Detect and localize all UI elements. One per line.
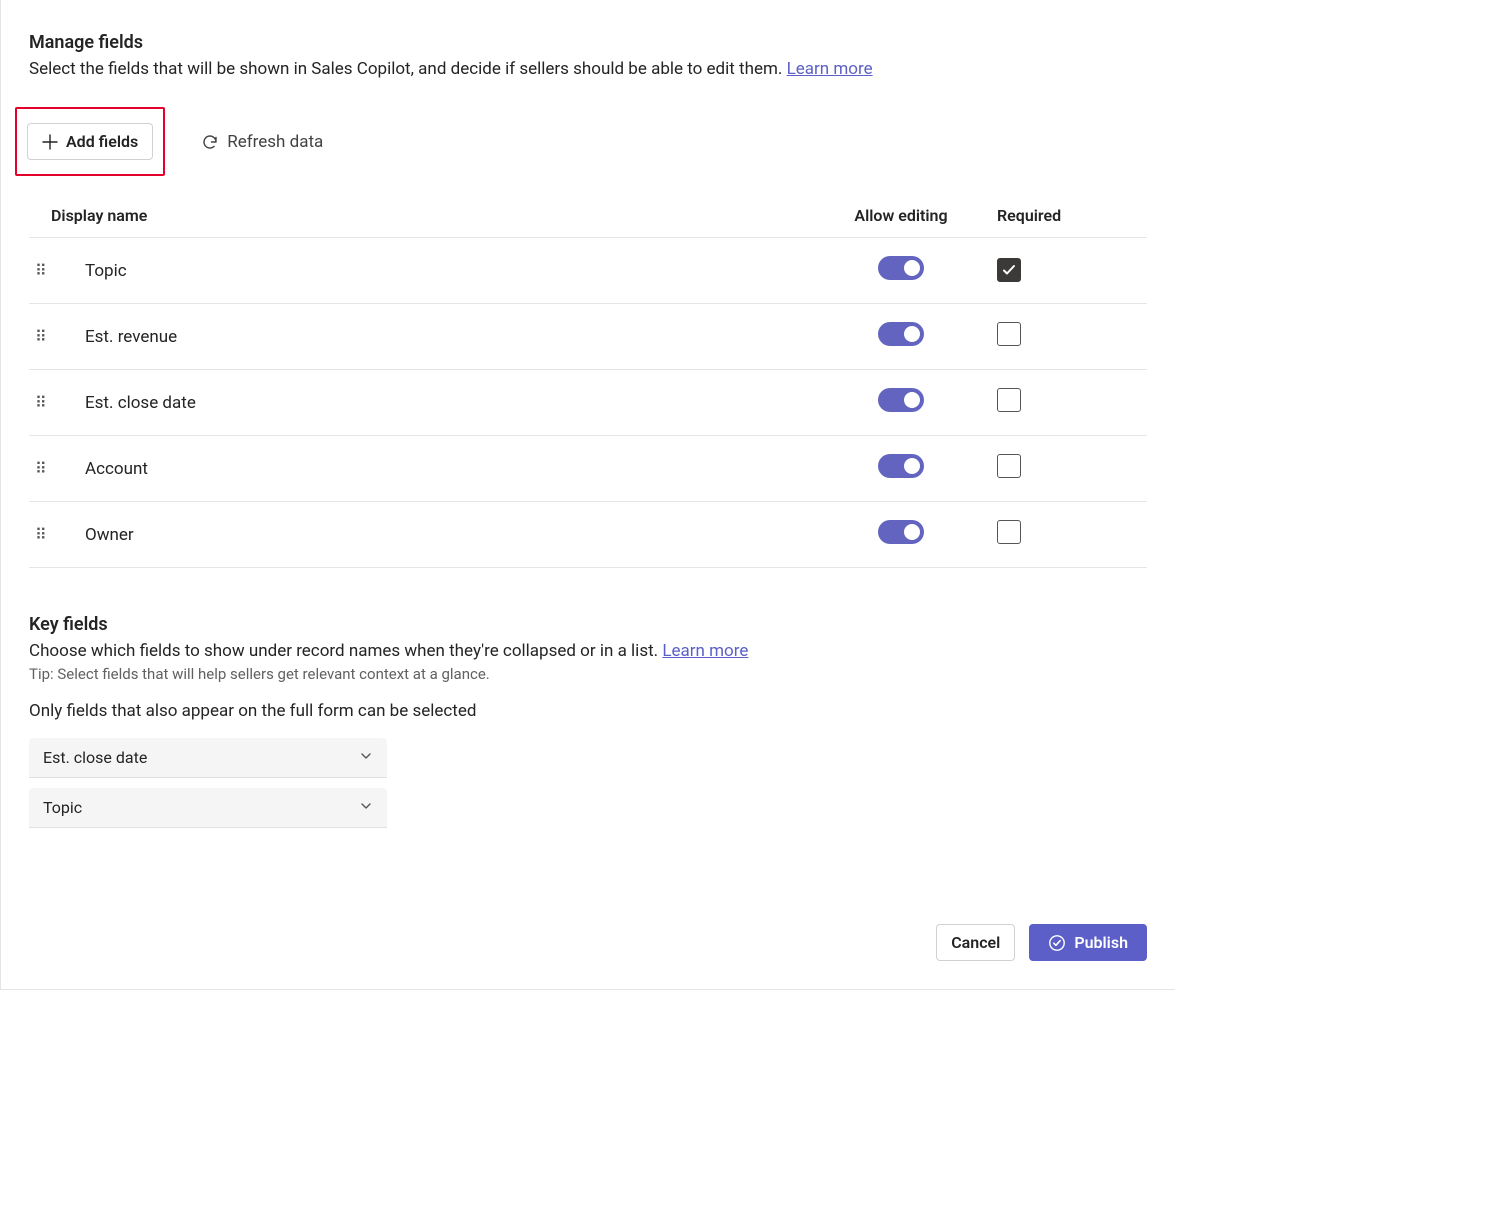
select-value: Est. close date — [43, 748, 147, 767]
field-name: Account — [85, 459, 811, 479]
cancel-button[interactable]: Cancel — [936, 924, 1015, 961]
drag-handle-icon[interactable]: ⠿ — [35, 333, 59, 341]
key-fields-heading: Key fields — [29, 614, 1147, 635]
manage-fields-panel: Manage fields Select the fields that wil… — [0, 0, 1175, 990]
select-value: Topic — [43, 798, 82, 817]
key-fields-section: Key fields Choose which fields to show u… — [29, 614, 1147, 828]
key-fields-selects: Est. close date Topic — [29, 738, 1147, 828]
key-field-select[interactable]: Topic — [29, 788, 387, 828]
refresh-data-button[interactable]: Refresh data — [193, 126, 331, 158]
refresh-icon — [201, 133, 219, 151]
required-checkbox[interactable] — [997, 454, 1021, 478]
key-fields-note: Only fields that also appear on the full… — [29, 701, 1147, 721]
publish-label: Publish — [1074, 933, 1128, 952]
checkmark-circle-icon — [1048, 934, 1066, 952]
key-fields-description: Choose which fields to show under record… — [29, 641, 1147, 661]
key-fields-description-text: Choose which fields to show under record… — [29, 641, 662, 661]
plus-icon — [42, 134, 58, 150]
allow-editing-toggle[interactable] — [878, 256, 924, 280]
learn-more-link[interactable]: Learn more — [787, 59, 873, 79]
column-header-allow: Allow editing — [811, 206, 991, 225]
manage-fields-heading: Manage fields — [29, 32, 1147, 53]
toolbar: Add fields Refresh data — [29, 107, 1147, 176]
allow-editing-toggle[interactable] — [878, 454, 924, 478]
table-row: ⠿ Est. close date — [29, 370, 1147, 436]
drag-handle-icon[interactable]: ⠿ — [35, 531, 59, 539]
table-row: ⠿ Est. revenue — [29, 304, 1147, 370]
drag-handle-icon[interactable]: ⠿ — [35, 465, 59, 473]
table-row: ⠿ Owner — [29, 502, 1147, 568]
manage-fields-description: Select the fields that will be shown in … — [29, 59, 1147, 79]
fields-table: Display name Allow editing Required ⠿ To… — [29, 196, 1147, 568]
allow-editing-toggle[interactable] — [878, 322, 924, 346]
column-header-required: Required — [991, 206, 1141, 225]
add-fields-button[interactable]: Add fields — [27, 123, 153, 160]
table-header-row: Display name Allow editing Required — [29, 196, 1147, 238]
field-name: Owner — [85, 525, 811, 545]
table-row: ⠿ Account — [29, 436, 1147, 502]
required-checkbox[interactable] — [997, 322, 1021, 346]
add-fields-label: Add fields — [66, 132, 138, 151]
key-fields-tip: Tip: Select fields that will help seller… — [29, 665, 1147, 683]
allow-editing-toggle[interactable] — [878, 388, 924, 412]
key-field-select[interactable]: Est. close date — [29, 738, 387, 778]
column-header-name: Display name — [35, 206, 811, 225]
required-checkbox[interactable] — [997, 388, 1021, 412]
key-fields-learn-more-link[interactable]: Learn more — [662, 641, 748, 661]
refresh-data-label: Refresh data — [227, 132, 323, 152]
drag-handle-icon[interactable]: ⠿ — [35, 399, 59, 407]
field-name: Est. revenue — [85, 327, 811, 347]
publish-button[interactable]: Publish — [1029, 924, 1147, 961]
chevron-down-icon — [359, 798, 373, 817]
footer-actions: Cancel Publish — [936, 924, 1147, 961]
field-name: Topic — [85, 261, 811, 281]
required-checkbox[interactable] — [997, 520, 1021, 544]
required-checkbox[interactable] — [997, 258, 1021, 282]
field-name: Est. close date — [85, 393, 811, 413]
manage-fields-description-text: Select the fields that will be shown in … — [29, 59, 787, 79]
chevron-down-icon — [359, 748, 373, 767]
drag-handle-icon[interactable]: ⠿ — [35, 267, 59, 275]
allow-editing-toggle[interactable] — [878, 520, 924, 544]
table-row: ⠿ Topic — [29, 238, 1147, 304]
add-fields-highlight: Add fields — [15, 107, 165, 176]
